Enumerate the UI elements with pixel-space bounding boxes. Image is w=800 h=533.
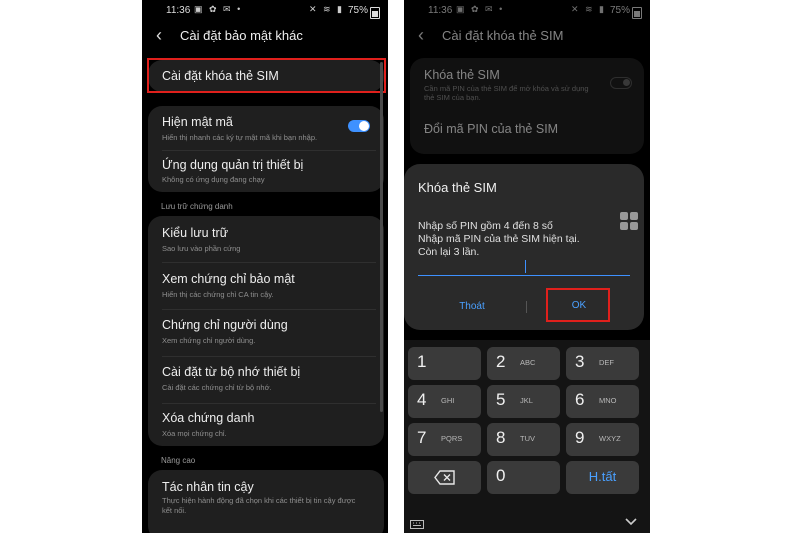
key-2[interactable]: 2 ABC <box>487 347 560 380</box>
clear-credentials-subtitle: Xóa mọi chứng chỉ. <box>162 429 227 438</box>
key-7-letters: PQRS <box>441 434 463 443</box>
view-certs-subtitle: Hiển thị các chứng chỉ CA tin cậy. <box>162 290 274 299</box>
view-certs-row[interactable]: Xem chứng chỉ bảo mật Hiển thị các chứng… <box>148 263 384 309</box>
numeric-keypad: 1 2 ABC 3 DEF 4 GHI 5 JKL 6 MNO 7 PQRS 8… <box>404 340 650 533</box>
device-admin-title: Ứng dụng quản trị thiết bị <box>162 158 304 172</box>
install-from-storage-subtitle: Cài đặt các chứng chỉ từ bộ nhớ. <box>162 383 272 392</box>
signal-wifi-icons: ✕ ≋ ▮ <box>308 4 344 14</box>
key-5-letters: JKL <box>520 396 533 405</box>
battery-icon <box>370 7 380 19</box>
key-6-letters: MNO <box>599 396 617 405</box>
clear-credentials-title: Xóa chứng danh <box>162 411 255 425</box>
show-password-toggle[interactable] <box>348 120 370 132</box>
storage-type-row[interactable]: Kiểu lưu trữ Sao lưu vào phần cứng <box>148 216 384 262</box>
key-9-number: 9 <box>575 428 585 447</box>
key-4-letters: GHI <box>441 396 455 405</box>
key-6-number: 6 <box>575 390 585 409</box>
trust-agents-subtitle-1: Thực hiện hành động đã chọn khi các thiế… <box>162 496 356 505</box>
key-3-letters: DEF <box>599 358 614 367</box>
user-certs-title: Chứng chỉ người dùng <box>162 318 288 332</box>
key-8[interactable]: 8 TUV <box>487 423 560 456</box>
status-bar: 11:36 ▣ ✿ ✉ • ✕ ≋ ▮ 75% <box>142 4 388 19</box>
highlight-box <box>546 288 610 322</box>
back-arrow-icon[interactable]: ‹ <box>156 25 162 46</box>
key-3-number: 3 <box>575 352 585 371</box>
device-admin-row[interactable]: Ứng dụng quản trị thiết bị Không có ứng … <box>148 151 384 192</box>
key-9[interactable]: 9 WXYZ <box>566 423 639 456</box>
user-certs-subtitle: Xem chứng chỉ người dùng. <box>162 336 256 345</box>
storage-type-title: Kiểu lưu trữ <box>162 226 229 240</box>
key-8-number: 8 <box>496 428 506 447</box>
scrollbar[interactable] <box>380 62 383 412</box>
key-7[interactable]: 7 PQRS <box>408 423 481 456</box>
keyboard-icon[interactable] <box>410 520 424 529</box>
device-admin-subtitle: Không có ứng dụng đang chạy <box>162 175 265 184</box>
key-8-letters: TUV <box>520 434 535 443</box>
key-5[interactable]: 5 JKL <box>487 385 560 418</box>
button-divider <box>526 301 527 313</box>
dialog-title: Khóa thẻ SIM <box>418 180 497 195</box>
key-1-number: 1 <box>417 352 427 371</box>
show-password-subtitle: Hiển thị nhanh các ký tự mật mã khi bạn … <box>162 133 318 142</box>
sim-pin-dialog: Khóa thẻ SIM Nhập số PIN gồm 4 đến 8 số … <box>404 164 644 330</box>
key-2-number: 2 <box>496 352 506 371</box>
install-from-storage-title: Cài đặt từ bộ nhớ thiết bị <box>162 365 301 379</box>
backspace-icon <box>434 470 455 485</box>
credential-storage-header: Lưu trữ chứng danh <box>161 202 233 211</box>
chevron-down-icon[interactable] <box>625 518 637 526</box>
cancel-button[interactable]: Thoát <box>434 296 510 316</box>
page-title: Cài đặt bảo mật khác <box>180 28 303 43</box>
highlight-box <box>147 58 386 93</box>
key-3[interactable]: 3 DEF <box>566 347 639 380</box>
show-password-title: Hiện mật mã <box>162 115 233 129</box>
right-screen: 11:36 ▣ ✿ ✉ • ✕ ≋ ▮ 75% ‹ Cài đặt khóa t… <box>404 0 650 533</box>
key-2-letters: ABC <box>520 358 536 367</box>
key-4-number: 4 <box>417 390 427 409</box>
key-5-number: 5 <box>496 390 506 409</box>
key-1[interactable]: 1 <box>408 347 481 380</box>
pin-input[interactable] <box>418 260 630 276</box>
key-0[interactable]: 0 <box>487 461 560 494</box>
input-underline <box>418 275 630 276</box>
password-admin-card: Hiện mật mã Hiển thị nhanh các ký tự mật… <box>148 106 384 192</box>
user-certs-row[interactable]: Chứng chỉ người dùng Xem chứng chỉ người… <box>148 310 384 356</box>
clear-credentials-row[interactable]: Xóa chứng danh Xóa mọi chứng chỉ. <box>148 404 384 446</box>
backspace-key[interactable] <box>408 461 481 494</box>
app-bar: ‹ Cài đặt bảo mật khác <box>142 25 388 46</box>
key-6[interactable]: 6 MNO <box>566 385 639 418</box>
left-screen: 11:36 ▣ ✿ ✉ • ✕ ≋ ▮ 75% ‹ Cài đặt bảo mậ… <box>142 0 388 533</box>
trust-agents-subtitle-2: kết nối. <box>162 506 187 515</box>
show-password-row[interactable]: Hiện mật mã Hiển thị nhanh các ký tự mật… <box>148 106 384 150</box>
key-0-number: 0 <box>496 466 506 485</box>
cancel-label: Thoát <box>459 301 485 312</box>
grid-icon[interactable] <box>620 212 638 230</box>
battery-percent: 75% <box>347 5 368 16</box>
trust-agents-title: Tác nhân tin cậy <box>162 480 254 494</box>
text-cursor <box>525 260 526 273</box>
status-time: 11:36 <box>166 5 191 16</box>
credential-card: Kiểu lưu trữ Sao lưu vào phần cứng Xem c… <box>148 216 384 446</box>
done-label: H.tất <box>588 469 617 484</box>
install-from-storage-row[interactable]: Cài đặt từ bộ nhớ thiết bị Cài đặt các c… <box>148 357 384 403</box>
advanced-header: Nâng cao <box>161 456 196 465</box>
key-7-number: 7 <box>417 428 427 447</box>
key-9-letters: WXYZ <box>599 434 621 443</box>
dialog-line-3: Còn lại 3 lần. <box>418 246 480 258</box>
trust-agents-row[interactable]: Tác nhân tin cậy Thực hiện hành động đã … <box>148 470 384 533</box>
done-key[interactable]: H.tất <box>566 461 639 494</box>
dialog-line-2: Nhập mã PIN của thẻ SIM hiện tại. <box>418 233 580 245</box>
key-4[interactable]: 4 GHI <box>408 385 481 418</box>
storage-type-subtitle: Sao lưu vào phần cứng <box>162 244 241 253</box>
dialog-line-1: Nhập số PIN gồm 4 đến 8 số <box>418 220 553 232</box>
notification-icons: ▣ ✿ ✉ • <box>194 4 243 14</box>
view-certs-title: Xem chứng chỉ bảo mật <box>162 272 295 286</box>
